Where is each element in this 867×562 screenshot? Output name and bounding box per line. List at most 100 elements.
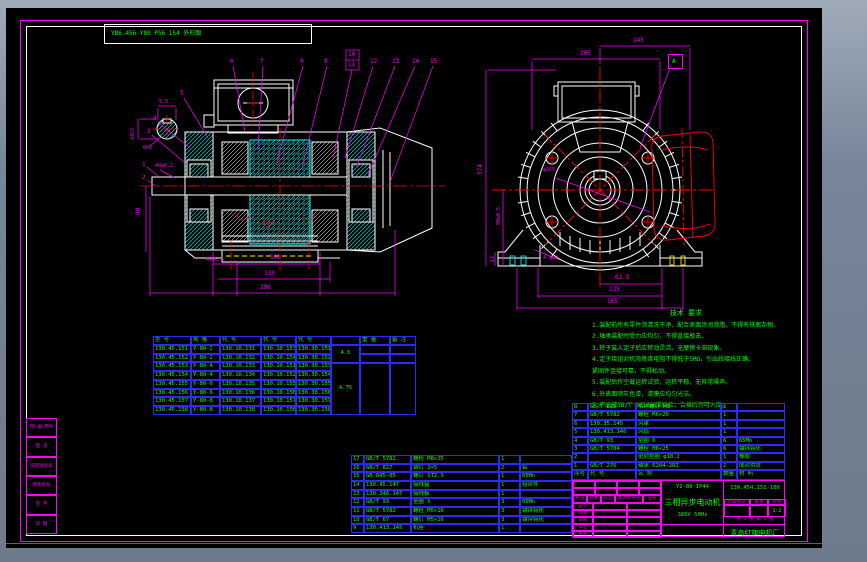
dim-bottom-125: 125	[609, 287, 620, 293]
note-line: 5.装配后作空载运转试验，运转平稳，无异常噪声。	[592, 377, 780, 389]
bom-cell-qty: 3	[499, 516, 520, 525]
dim-overall-length: 296	[260, 285, 271, 291]
bom-cell-no: 5	[572, 428, 588, 436]
dim-shaft-height: 80±0.5	[496, 207, 502, 225]
company-name: 青岛红旗电机厂	[724, 524, 786, 538]
bom-cell-material	[520, 490, 572, 499]
change-record-labels: 标记 处数 分区 更改文件号 签名	[573, 495, 661, 503]
model-table-cell: 130.10.137	[220, 397, 261, 406]
model-table-header: 代 号	[296, 336, 331, 345]
model-table-header: 代 号	[261, 336, 296, 345]
bom-cell-qty: 3	[499, 498, 520, 507]
model-variant-table: 型 号 规 格 代 号 代 号 代 号 130.45.151 Y-80-2 13…	[153, 336, 331, 415]
balloon-15: 15	[430, 59, 437, 65]
note-line: 4.定子绕组对机壳绝缘电阻不得低于5MΩ，引出线接线正确、	[592, 354, 780, 366]
model-table-cell: 130.45.156	[153, 389, 191, 398]
bom-cell-name: 螺栓 M5×16	[411, 507, 499, 516]
dim-foot-offset: 40±0.5	[206, 257, 224, 263]
bom-cell-name: 吊环螺钉 M8	[636, 403, 721, 411]
model-table-cell: 130.30.152	[296, 354, 331, 363]
weight-group-1: 4.5	[331, 345, 360, 363]
bom-cell-qty: 1	[499, 472, 520, 481]
bom-cell-name: 轴承 6204-2RZ	[636, 462, 721, 470]
detail-view-marker-box: A	[668, 54, 683, 69]
bom-cell-code: 130.346.147	[364, 490, 411, 499]
bom-cell-qty: 1	[499, 481, 520, 490]
bom-cell-material: 镀锌钝化	[520, 507, 572, 516]
bom-cell-material	[520, 455, 572, 464]
bom-cell-no: 12	[351, 498, 364, 507]
bom-header: 序号	[572, 470, 588, 480]
drawing-number-zone: 130.454.151-100 阶段标记 重量 比例 1:2 共 1 张 第 1…	[724, 481, 786, 538]
model-table-cell: 130.30.154	[296, 371, 331, 380]
bom-cell-code: 130.413.146	[588, 428, 636, 436]
balloon-6: 6	[230, 59, 234, 65]
dim-bottom-62-5: 62.5	[615, 275, 629, 281]
bom-cell-no: 17	[351, 455, 364, 464]
dim-foot-span-130: 130	[264, 271, 275, 277]
model-table-cell: Y-80-6	[191, 380, 220, 389]
bom-cell-code: GB/T 93	[588, 437, 636, 445]
bom-cell-no: 4	[572, 437, 588, 445]
bom-header: 数量	[721, 470, 737, 480]
bom-cell-material: 镀锌钝化	[737, 445, 785, 453]
bom-cell-code: 130.35.145	[588, 420, 636, 428]
model-table-extra-col-2: 备 注	[390, 336, 416, 415]
bom-cell-material: 铝	[520, 464, 572, 473]
dim-bottom-165: 165	[607, 299, 618, 305]
dim-shaft-diameter: 24h7	[130, 128, 136, 140]
bom-cell-qty: 2	[721, 462, 737, 470]
bom-cell-no: 13	[351, 490, 364, 499]
bom-right-column: 8 GB/T 825 吊环螺钉 M8 1 7 GB/T 5782 螺栓 M6×2…	[572, 403, 785, 470]
bom-cell-code	[588, 453, 636, 461]
note-line: 3.转子装入定子后应转动灵活，无摩擦卡滞现象。	[592, 343, 780, 355]
balloon-3: 3	[147, 129, 151, 135]
bom-cell-material: 65Mn	[520, 498, 572, 507]
bom-cell-qty: 1	[499, 455, 520, 464]
weight-group-2: 4.75	[331, 363, 360, 416]
dim-foot-thickness: 12	[490, 256, 496, 262]
model-table-extra-col-1: 重 量	[360, 336, 390, 415]
model-table-cell: 130.10.155	[261, 380, 296, 389]
bom-cell-material: 镀锌钝化	[520, 516, 572, 525]
model-table-cell: 130.10.154	[261, 354, 296, 363]
bom-cell-material	[520, 524, 572, 533]
model-table-cell: 130.10.133	[220, 362, 261, 371]
note-line: 2.轴承装配时受力应均匀，不得直接敲击。	[592, 331, 780, 343]
signature-rows: 设计 校对 审核 工艺 批准	[573, 503, 661, 538]
dim-key-height: 6h6	[143, 145, 152, 151]
bom-cell-name: 接线板	[411, 490, 499, 499]
balloon-13: 13	[392, 59, 399, 65]
bom-cell-no: 2	[572, 453, 588, 461]
bom-cell-name: 螺钉 ST2.9	[411, 472, 499, 481]
change-record-empty	[573, 481, 661, 495]
balloon-9: 9	[324, 59, 328, 65]
balloon-2: 2	[142, 175, 146, 181]
bom-cell-name: 螺钉 M5×16	[411, 516, 499, 525]
model-table-cell: 130.30.155	[296, 380, 331, 389]
balloon-4: 4	[153, 116, 157, 122]
bom-cell-no: 7	[572, 411, 588, 419]
model-table-cell: 130.10.138	[220, 406, 261, 415]
bom-cell-code: GB/T 67	[364, 516, 411, 525]
technical-notes: 技术 要求 1.装配前所有零件须清洗干净，配合表面涂润滑脂，不得有铁屑杂物。 2…	[592, 308, 780, 412]
bom-cell-name: 接线盒	[411, 481, 499, 490]
product-model-code: Y2-80 IP44	[662, 481, 723, 497]
bom-header-row: 序号 代 号 名 称 数量 材 料	[572, 470, 785, 480]
model-table-cell: Y-80-4	[191, 371, 220, 380]
detail-view-marker-letter: A	[672, 58, 676, 65]
bom-cell-material: 65Mn	[520, 472, 572, 481]
model-table-cell: 130.45.151	[153, 345, 191, 354]
bom-cell-name: 密封垫圈 φ10.2	[636, 453, 721, 461]
balloon-5: 5	[180, 91, 184, 97]
bom-cell-material: 成对供货	[737, 462, 785, 470]
bom-cell-name: 铆钉 2×5	[411, 464, 499, 473]
bom-cell-name: 螺栓 M8×25	[411, 455, 499, 464]
model-table-cell: 130.10.135	[220, 380, 261, 389]
bom-cell-material: 组合件	[520, 481, 572, 490]
bom-left-column: 17 GB/T 5782 螺栓 M8×25 1 16 GB/T 827 铆钉 2…	[351, 455, 572, 533]
product-spec: 380V 50Hz	[662, 512, 723, 524]
cad-application-window: YB6.456-Y80 P56 154 外形图	[0, 0, 867, 562]
dim-flange-diameter: φ165	[543, 167, 555, 173]
dim-bolt-holes: 4-φ12	[543, 255, 558, 261]
